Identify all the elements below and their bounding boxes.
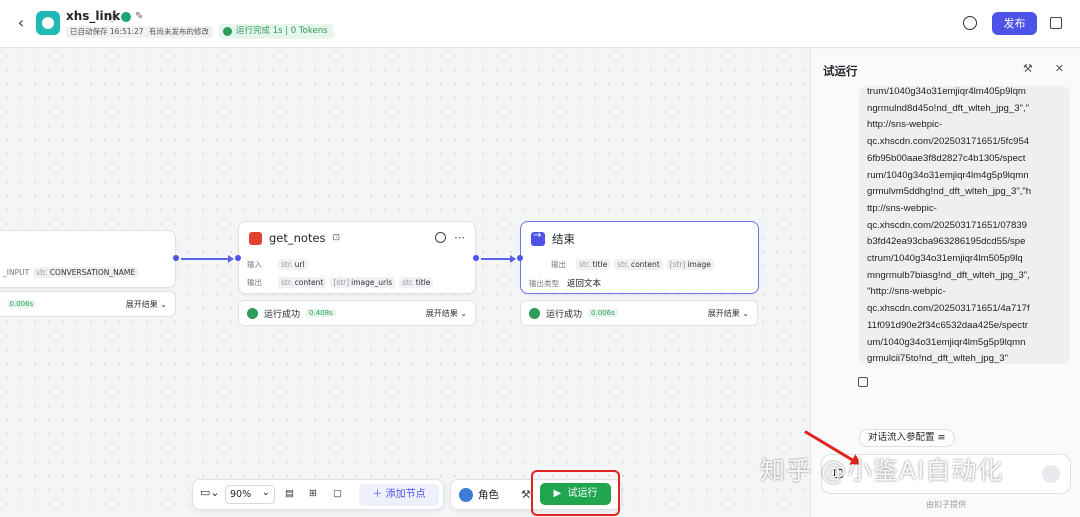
get-notes-input-port[interactable] bbox=[235, 255, 241, 261]
add-node-button[interactable]: ＋ 添加节点 bbox=[359, 484, 439, 506]
saved-status: 已自动保存 16:51:27 bbox=[66, 26, 148, 38]
history-icon[interactable] bbox=[963, 16, 977, 30]
panel-title: 试运行 bbox=[823, 64, 858, 78]
node-input-row: 输入 str. url bbox=[247, 259, 308, 270]
time-badge: 0.006s bbox=[588, 309, 618, 317]
input-url-tag: str. url bbox=[278, 259, 308, 270]
role-selector[interactable]: 角色 bbox=[459, 487, 499, 502]
node-header: 结束 bbox=[531, 230, 575, 247]
comment-icon[interactable]: ▤ bbox=[285, 488, 294, 499]
node-actions: ⋯ bbox=[435, 231, 465, 244]
copy-icon[interactable] bbox=[858, 377, 868, 387]
unpublished-status: 有尚未发布的修改 bbox=[145, 26, 213, 38]
send-icon[interactable] bbox=[1042, 465, 1060, 483]
run-status-text: 运行完成 1s | 0 Tokens bbox=[236, 26, 328, 36]
output-image-tag: [str] image bbox=[666, 259, 714, 270]
time-badge: 0.006s bbox=[6, 300, 37, 308]
more-icon[interactable]: ⋯ bbox=[454, 231, 465, 244]
zoom-select[interactable]: 90% bbox=[225, 484, 275, 504]
check-circle-icon bbox=[121, 11, 131, 22]
check-circle-icon bbox=[223, 27, 232, 36]
test-run-panel: 试运行 ⚒ ✕ trum/1040g34o31emjiqr4lm405p9lqm… bbox=[810, 49, 1080, 517]
result-label: 运行成功 bbox=[264, 309, 301, 320]
output-text: trum/1040g34o31emjiqr4lm405p9lqm ngrmuln… bbox=[867, 86, 1032, 364]
run-status-badge: 运行完成 1s | 0 Tokens bbox=[219, 24, 334, 39]
start-node[interactable]: _INPUT str. CONVERSATION_NAME bbox=[0, 230, 176, 288]
avatar bbox=[459, 487, 473, 502]
canvas-toolbar: ▭⌄ 90% ▤ ⊞ ▢ ＋ 添加节点 bbox=[192, 479, 444, 510]
node-header: get_notes ⊡ bbox=[249, 231, 340, 245]
node-output-row: 输出 str. content [str] image_urls str. title bbox=[247, 277, 434, 288]
plugin-badge-icon: ⊡ bbox=[332, 233, 341, 243]
plugin-icon bbox=[249, 231, 262, 245]
start-node-fields: _INPUT str. CONVERSATION_NAME bbox=[3, 267, 139, 278]
app-icon bbox=[36, 11, 60, 35]
title-icons: ⓘ ✎ bbox=[107, 9, 143, 24]
output-title-tag: str. title bbox=[576, 259, 611, 270]
footer-note: 由扣子提供 bbox=[926, 500, 966, 509]
node-title: 结束 bbox=[552, 232, 575, 246]
conversation-input-config-button[interactable]: 对话流入参配置 ≡ bbox=[859, 429, 955, 447]
get-notes-node[interactable]: get_notes ⊡ ⋯ 输入 str. url 输出 str. content … bbox=[238, 221, 476, 294]
wrench-icon[interactable]: ⚒ bbox=[1023, 62, 1033, 75]
end-icon bbox=[531, 230, 545, 246]
output-message: trum/1040g34o31emjiqr4lm405p9lqm ngrmuln… bbox=[859, 86, 1070, 364]
minimap-icon[interactable]: ▭⌄ bbox=[200, 486, 220, 499]
watermark: 知乎 @小鉴AI自动化 bbox=[760, 456, 1004, 485]
top-bar: ‹ xhs_link ⓘ ✎ 已自动保存 16:51:27 有尚未发布的修改 运… bbox=[0, 0, 1080, 48]
output-content-tag: str. content bbox=[614, 259, 663, 270]
annotation-highlight-box bbox=[531, 470, 620, 516]
role-label: 角色 bbox=[478, 489, 499, 501]
output-image-urls-tag: [str] image_urls bbox=[330, 277, 396, 288]
close-icon[interactable]: ✕ bbox=[1055, 62, 1064, 75]
output-content-tag: str. content bbox=[278, 277, 327, 288]
output-type-value: 返回文本 bbox=[567, 279, 602, 289]
publish-button[interactable]: 发布 bbox=[992, 12, 1037, 35]
edge-get-notes-to-end bbox=[481, 255, 516, 262]
expand-results-button[interactable]: 展开结果 ⌄ bbox=[426, 308, 467, 319]
info-icon[interactable]: ⓘ bbox=[107, 9, 117, 24]
chevron-left-icon[interactable]: ‹ bbox=[12, 14, 30, 32]
time-badge: 0.408s bbox=[306, 309, 336, 317]
expand-results-button[interactable]: 展开结果 ⌄ bbox=[708, 308, 749, 319]
layout-icon[interactable]: ⊞ bbox=[309, 488, 317, 499]
node-title: get_notes bbox=[269, 231, 326, 245]
edge-start-to-get-notes bbox=[181, 255, 234, 262]
edit-icon[interactable]: ✎ bbox=[135, 11, 143, 22]
field-input: _INPUT bbox=[3, 268, 30, 277]
workflow-canvas[interactable]: _INPUT str.CONVERSATION_NAME ] 0.006s 展开… bbox=[0, 49, 810, 517]
field-conversation-name: str. CONVERSATION_NAME bbox=[33, 267, 139, 278]
check-circle-icon bbox=[247, 307, 258, 319]
expand-results-button[interactable]: 展开结果 ⌄ bbox=[126, 299, 167, 310]
get-notes-output-port[interactable] bbox=[473, 255, 479, 261]
note-icon[interactable]: ▢ bbox=[333, 488, 342, 499]
panel-icons: ⚒ ✕ bbox=[1023, 62, 1064, 75]
end-node-input-port[interactable] bbox=[517, 255, 523, 261]
get-notes-result-bar: 运行成功 0.408s 展开结果 ⌄ bbox=[238, 300, 476, 326]
start-node-output-port[interactable] bbox=[173, 255, 179, 261]
start-node-result-bar: ] 0.006s 展开结果 ⌄ bbox=[0, 291, 176, 317]
copy-icon[interactable] bbox=[1050, 17, 1062, 29]
end-node[interactable]: 结束 输出 str.title str.content [str]image 输… bbox=[520, 221, 759, 294]
end-node-result-bar: 运行成功 0.006s 展开结果 ⌄ bbox=[520, 300, 758, 326]
wrench-icon[interactable]: ⚒ bbox=[521, 488, 531, 501]
run-node-icon[interactable] bbox=[435, 232, 446, 243]
output-type-row: 输出类型 返回文本 bbox=[529, 278, 602, 290]
check-circle-icon bbox=[529, 307, 540, 319]
result-label: 运行成功 bbox=[546, 309, 583, 320]
bracket-icon: ] bbox=[0, 299, 1, 309]
output-title-tag: str. title bbox=[399, 277, 434, 288]
node-output-row: 输出 str. title str. content [str] image bbox=[551, 259, 714, 270]
